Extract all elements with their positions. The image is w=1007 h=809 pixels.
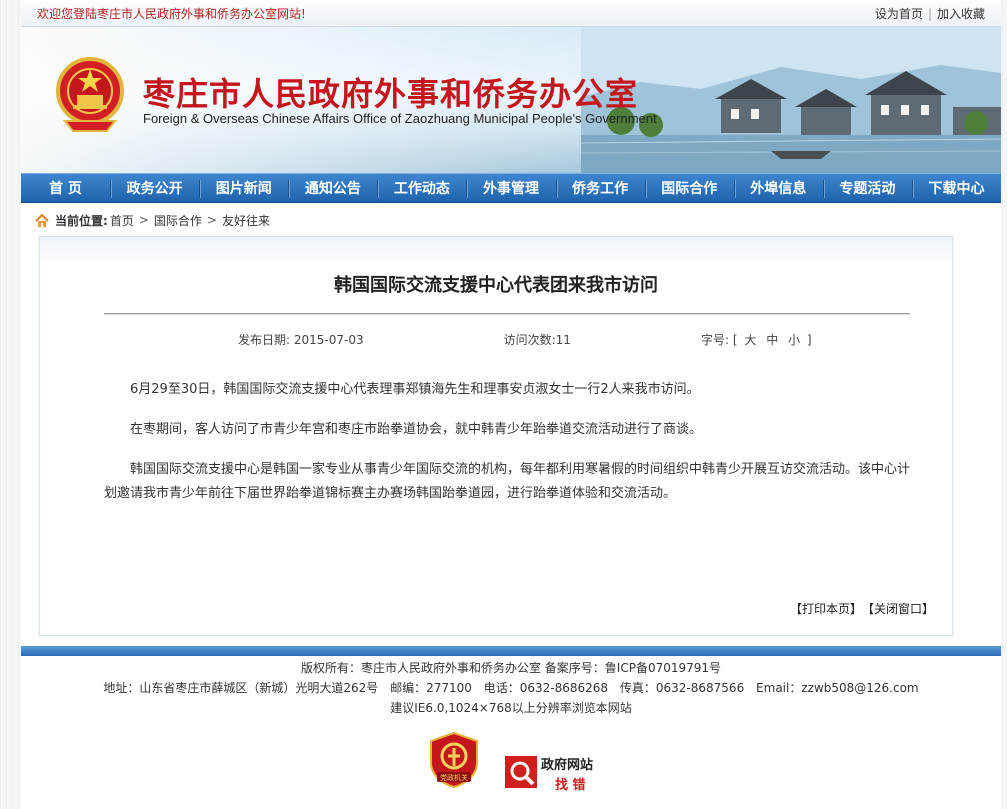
footer-fax: 传真：0632-8687566: [619, 681, 745, 695]
party-government-badge-icon[interactable]: 党政机关: [429, 732, 479, 788]
nav-item-downloads[interactable]: 下载中心: [911, 174, 1001, 202]
font-size-bracket-open: [: [732, 333, 738, 347]
footer-browser-note: 建议IE6.0,1024×768以上分辨率浏览本网站: [390, 701, 632, 715]
badge-text: 党政机关: [440, 773, 468, 782]
footer-phone: 电话：0632-8686268: [483, 681, 609, 695]
gov-website-error-report[interactable]: 政府网站 找 错: [505, 752, 615, 794]
footer-copyright: 版权所有：枣庄市人民政府外事和侨务办公室 备案序号：鲁ICP备07019791号: [300, 661, 722, 675]
font-size-control: 字号: [ 大 中 小 ]: [701, 331, 812, 348]
footer-email: Email：zzwb508@126.com: [756, 681, 919, 695]
nav-item-overseas-chinese[interactable]: 侨务工作: [555, 174, 645, 202]
home-icon: [35, 213, 49, 227]
footer-postcode: 邮编：277100: [390, 681, 472, 695]
header-banner: 枣庄市人民政府外事和侨务办公室 Foreign & Overseas Chine…: [21, 27, 1001, 173]
footer-contact: 地址：山东省枣庄市薛城区（新城）光明大道262号 邮编：277100 电话：06…: [21, 678, 1001, 698]
article-paragraph: 韩国国际交流支援中心是韩国一家专业从事青少年国际交流的机构，每年都利用寒暑假的时…: [104, 462, 911, 501]
view-count-value: 11: [555, 333, 571, 347]
site-subtitle: Foreign & Overseas Chinese Affairs Offic…: [143, 111, 657, 126]
magnifier-icon: [505, 756, 537, 788]
set-home-link[interactable]: 设为首页: [875, 7, 923, 21]
article-actions: 【打印本页】 【关闭窗口】: [784, 600, 934, 617]
site-title: 枣庄市人民政府外事和侨务办公室: [143, 75, 639, 113]
add-favorite-link[interactable]: 加入收藏: [937, 7, 985, 21]
national-emblem-icon: [56, 57, 124, 132]
panel-header-fade: [40, 237, 952, 267]
breadcrumb-separator: >: [206, 213, 217, 227]
title-divider: [104, 313, 910, 315]
main-nav: 首 页 政务公开 图片新闻 通知公告 工作动态 外事管理 侨务工作 国际合作 外…: [21, 173, 1001, 203]
publish-date: 发布日期: 2015-07-03: [238, 331, 364, 348]
view-count-label: 访问次数:: [503, 333, 556, 347]
breadcrumb-separator: >: [138, 213, 149, 227]
top-bar: 欢迎您登陆枣庄市人民政府外事和侨务办公室网站! 设为首页 | 加入收藏: [21, 0, 1001, 27]
nav-item-notices[interactable]: 通知公告: [288, 174, 377, 202]
footer: 版权所有：枣庄市人民政府外事和侨务办公室 备案序号：鲁ICP备07019791号…: [21, 646, 1001, 809]
breadcrumb-label: 当前位置:: [55, 213, 108, 228]
breadcrumb-friendly-exchange[interactable]: 友好往来: [222, 212, 270, 229]
publish-date-label: 发布日期:: [238, 333, 291, 347]
font-size-large-button[interactable]: 大: [744, 333, 756, 347]
breadcrumb-international-cooperation[interactable]: 国际合作: [154, 212, 202, 229]
article-meta: 发布日期: 2015-07-03 访问次数:11 字号: [ 大 中 小 ]: [40, 331, 952, 348]
article-paragraph: 在枣期间，客人访问了市青少年宫和枣庄市跆拳道协会，就中韩青少年跆拳道交流活动进行…: [130, 422, 703, 437]
footer-text: 版权所有：枣庄市人民政府外事和侨务办公室 备案序号：鲁ICP备07019791号…: [21, 658, 1001, 718]
nav-item-photo-news[interactable]: 图片新闻: [199, 174, 288, 202]
top-links: 设为首页 | 加入收藏: [875, 5, 985, 22]
page: 欢迎您登陆枣庄市人民政府外事和侨务办公室网站! 设为首页 | 加入收藏 枣庄市人…: [21, 0, 1001, 809]
nav-item-home[interactable]: 首 页: [21, 174, 110, 202]
font-size-medium-button[interactable]: 中: [766, 333, 778, 347]
find-error-label: 找 错: [555, 778, 586, 793]
article-title: 韩国国际交流支援中心代表团来我市访问: [334, 275, 658, 296]
water-town-scene: [581, 27, 1001, 173]
top-links-separator: |: [927, 6, 932, 21]
breadcrumb-home[interactable]: 首页: [110, 212, 134, 229]
view-count: 访问次数:11: [504, 331, 571, 348]
article-panel: 韩国国际交流支援中心代表团来我市访问 发布日期: 2015-07-03 访问次数…: [39, 236, 953, 636]
gov-website-label: 政府网站: [541, 758, 594, 773]
footer-divider: [21, 646, 1001, 656]
publish-date-value: 2015-07-03: [293, 333, 364, 347]
nav-item-external-info[interactable]: 外埠信息: [733, 174, 823, 202]
font-size-small-button[interactable]: 小: [788, 333, 800, 347]
nav-item-foreign-affairs[interactable]: 外事管理: [466, 174, 555, 202]
article-body: 6月29至30日，韩国国际交流支援中心代表理事郑镇海先生和理事安贞淑女士一行2人…: [104, 378, 910, 506]
font-size-bracket-close: ]: [806, 333, 812, 347]
footer-address: 地址：山东省枣庄市薛城区（新城）光明大道262号: [103, 681, 379, 695]
welcome-text: 欢迎您登陆枣庄市人民政府外事和侨务办公室网站!: [37, 6, 306, 21]
nav-item-government-affairs[interactable]: 政务公开: [110, 174, 199, 202]
nav-item-international-cooperation[interactable]: 国际合作: [644, 174, 734, 202]
font-size-label: 字号:: [700, 333, 729, 347]
close-window-button[interactable]: 【关闭窗口】: [868, 602, 934, 616]
print-button[interactable]: 【打印本页】: [790, 602, 862, 616]
breadcrumb: 当前位置: 首页 > 国际合作 > 友好往来: [21, 203, 1001, 237]
article-paragraph: 6月29至30日，韩国国际交流支援中心代表理事郑镇海先生和理事安贞淑女士一行2人…: [130, 382, 700, 397]
nav-item-special-events[interactable]: 专题活动: [822, 174, 912, 202]
nav-item-work-updates[interactable]: 工作动态: [377, 174, 466, 202]
